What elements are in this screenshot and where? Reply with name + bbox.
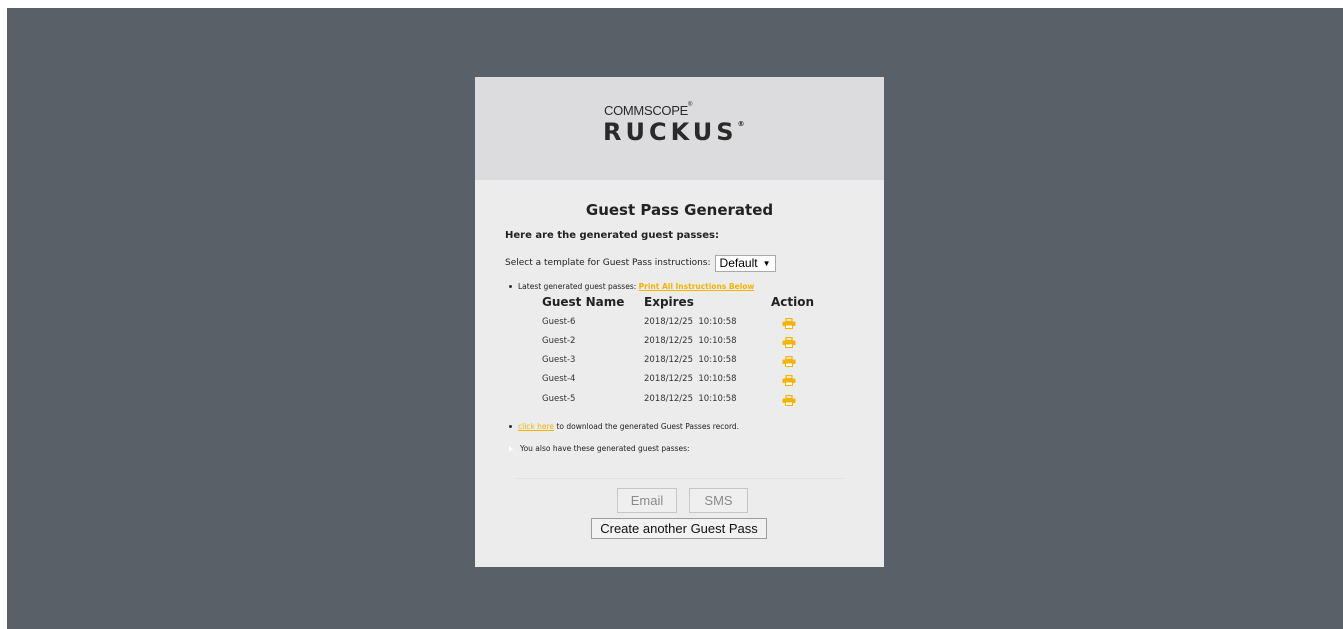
download-record-link[interactable]: click here [518, 422, 554, 431]
create-guest-pass-button[interactable]: Create another Guest Pass [591, 518, 767, 539]
template-select-value: Default [719, 256, 758, 270]
download-row: click here to download the generated Gue… [509, 422, 739, 431]
latest-passes-row: Latest generated guest passes: Print All… [509, 282, 754, 291]
bullet-icon [509, 425, 512, 428]
ruckus-logo: RUCKUS® [603, 118, 745, 146]
expires-cell: 2018/12/25 10:10:58 [644, 336, 737, 346]
printer-icon[interactable] [782, 375, 796, 386]
expires-cell: 2018/12/25 10:10:58 [644, 355, 737, 365]
printer-icon[interactable] [782, 356, 796, 367]
column-header-expires: Expires [644, 295, 694, 309]
download-text: to download the generated Guest Passes r… [556, 422, 740, 431]
email-button[interactable]: Email [617, 488, 677, 513]
other-passes-row[interactable]: You also have these generated guest pass… [509, 444, 690, 453]
print-all-link[interactable]: Print All Instructions Below [639, 282, 755, 291]
guest-name-cell: Guest-2 [542, 336, 576, 346]
page-title: Guest Pass Generated [585, 201, 774, 219]
expires-cell: 2018/12/25 10:10:58 [644, 394, 737, 404]
expires-cell: 2018/12/25 10:10:58 [644, 374, 737, 384]
brand-header: COMMSCOPE® RUCKUS® [475, 77, 884, 180]
chevron-down-icon: ▼ [762, 258, 771, 268]
template-label: Select a template for Guest Pass instruc… [505, 258, 711, 268]
guest-name-cell: Guest-4 [542, 374, 576, 384]
other-passes-text: You also have these generated guest pass… [520, 444, 690, 453]
guest-name-cell: Guest-5 [542, 394, 576, 404]
column-header-guest-name: Guest Name [542, 295, 625, 309]
guest-name-cell: Guest-3 [542, 355, 576, 365]
commscope-logo: COMMSCOPE® [604, 102, 693, 118]
template-select[interactable]: Default ▼ [714, 254, 776, 272]
bullet-icon [509, 285, 512, 288]
printer-icon[interactable] [782, 318, 796, 329]
column-header-action: Action [771, 295, 815, 309]
sms-button[interactable]: SMS [689, 488, 748, 513]
intro-text: Here are the generated guest passes: [505, 230, 719, 241]
guest-pass-card: COMMSCOPE® RUCKUS® Guest Pass Generated … [475, 77, 884, 567]
latest-passes-label: Latest generated guest passes: [518, 282, 637, 291]
printer-icon[interactable] [782, 337, 796, 348]
template-row: Select a template for Guest Pass instruc… [505, 253, 776, 273]
expand-arrow-icon[interactable] [509, 445, 513, 452]
printer-icon[interactable] [782, 395, 796, 406]
divider [515, 478, 844, 479]
expires-cell: 2018/12/25 10:10:58 [644, 317, 737, 327]
guest-name-cell: Guest-6 [542, 317, 576, 327]
